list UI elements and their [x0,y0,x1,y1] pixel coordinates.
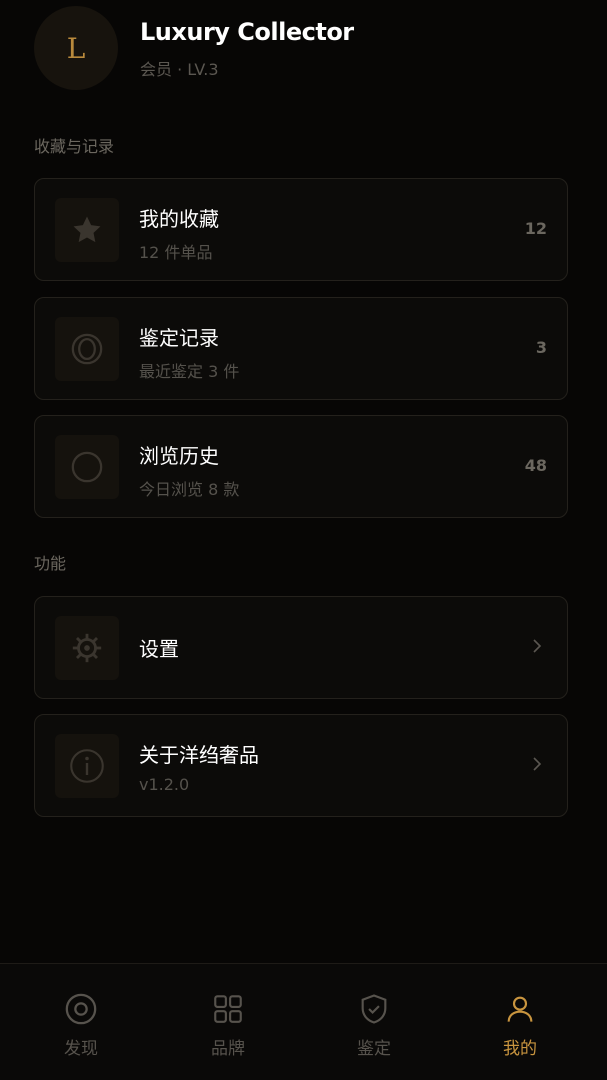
about-version: v1.2.0 [139,775,190,794]
history-icon-box [55,435,119,499]
profile-level: 会员 · LV.3 [140,60,219,79]
settings-icon-box [55,616,119,680]
gear-icon [72,633,102,663]
info-icon [70,749,104,783]
favorites-subtitle: 12 件单品 [139,243,213,262]
user-icon [507,996,533,1022]
browsing-history-subtitle: 今日浏览 8 款 [139,480,240,499]
authentication-records-card[interactable]: 鉴定记录 最近鉴定 3 件 3 [34,297,568,400]
settings-title: 设置 [139,637,179,661]
favorites-card[interactable]: 我的收藏 12 件单品 12 [34,178,568,281]
favorites-count: 12 [524,219,547,238]
tab-mine[interactable]: 我的 [470,964,570,1080]
profile-name: Luxury Collector [140,18,354,46]
double-circle-icon [71,333,103,365]
browsing-history-title: 浏览历史 [139,444,219,468]
about-card[interactable]: 关于洋绉奢品 v1.2.0 [34,714,568,817]
browsing-history-card[interactable]: 浏览历史 今日浏览 8 款 48 [34,415,568,518]
authentication-records-subtitle: 最近鉴定 3 件 [139,362,240,381]
star-icon [73,216,101,243]
avatar[interactable]: L [34,6,118,90]
circle-icon [71,451,103,483]
section-title-records: 收藏与记录 [34,137,115,156]
grid-icon [214,995,242,1023]
profile-header: L Luxury Collector 会员 · LV.3 [0,0,607,100]
authentication-records-title: 鉴定记录 [139,326,219,350]
avatar-letter: L [66,31,86,65]
authentication-icon-box [55,317,119,381]
tab-authenticate-label: 鉴定 [357,1039,391,1059]
about-icon-box [55,734,119,798]
settings-card[interactable]: 设置 [34,596,568,699]
authentication-records-count: 3 [535,338,547,357]
about-chevron-icon [531,755,543,777]
section-title-functions: 功能 [34,554,67,573]
tab-brands[interactable]: 品牌 [178,964,278,1080]
favorites-title: 我的收藏 [139,207,219,231]
discover-icon [65,993,97,1025]
about-title: 关于洋绉奢品 [139,743,259,767]
bottom-tab-bar: 发现 品牌 鉴定 我的 [0,963,607,1080]
tab-authenticate[interactable]: 鉴定 [324,964,424,1080]
favorites-icon-box [55,198,119,262]
shield-check-icon [361,994,387,1024]
browsing-history-count: 48 [524,456,547,475]
tab-discover[interactable]: 发现 [31,964,131,1080]
tab-brands-label: 品牌 [211,1039,245,1059]
settings-chevron-icon [531,637,543,659]
tab-discover-label: 发现 [64,1039,98,1059]
tab-mine-label: 我的 [503,1039,537,1059]
